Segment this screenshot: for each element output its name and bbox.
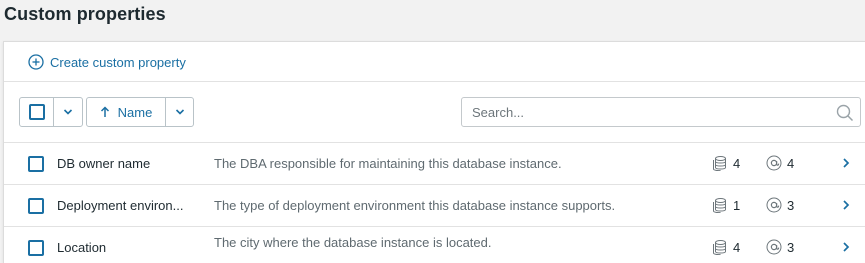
search-icon[interactable] bbox=[836, 104, 854, 122]
property-name[interactable]: Location bbox=[57, 240, 197, 255]
property-description: The DBA responsible for maintaining this… bbox=[214, 156, 562, 171]
database-count-value: 4 bbox=[733, 155, 741, 171]
property-description: The type of deployment environment this … bbox=[214, 198, 616, 213]
bulk-select-control bbox=[19, 97, 83, 127]
select-all-checkbox[interactable] bbox=[20, 98, 53, 126]
sort-by-name-button[interactable]: Name bbox=[87, 98, 165, 126]
list-toolbar: Name bbox=[4, 97, 865, 129]
select-all-checkbox-box bbox=[28, 104, 45, 120]
database-count: 4 bbox=[712, 155, 740, 171]
sort-options-dropdown[interactable] bbox=[165, 98, 193, 126]
property-description: The city where the database instance is … bbox=[214, 235, 492, 250]
chevron-right-icon[interactable] bbox=[840, 241, 852, 253]
sort-label: Name bbox=[117, 104, 153, 120]
list-item[interactable]: DB owner name The DBA responsible for ma… bbox=[4, 142, 865, 184]
property-name[interactable]: DB owner name bbox=[57, 156, 197, 171]
create-bar: Create custom property bbox=[4, 42, 865, 82]
instance-count-value: 4 bbox=[787, 155, 795, 171]
select-options-dropdown[interactable] bbox=[53, 98, 82, 126]
at-sign-icon bbox=[766, 239, 782, 255]
database-stack-icon bbox=[713, 156, 726, 171]
list-item[interactable]: Deployment environ... The type of deploy… bbox=[4, 184, 865, 226]
database-count: 1 bbox=[712, 197, 740, 213]
sort-control: Name bbox=[86, 97, 194, 127]
arrow-up-icon bbox=[100, 106, 109, 117]
custom-properties-panel: Create custom property Name Search... DB… bbox=[3, 41, 865, 263]
page-title: Custom properties bbox=[4, 4, 166, 24]
database-count-value: 1 bbox=[733, 197, 741, 213]
create-custom-property-label: Create custom property bbox=[50, 54, 186, 70]
chevron-down-icon bbox=[63, 109, 73, 115]
database-count-value: 4 bbox=[733, 239, 741, 255]
chevron-right-icon[interactable] bbox=[840, 199, 852, 211]
database-count: 4 bbox=[712, 239, 740, 255]
search-box bbox=[461, 97, 861, 127]
row-checkbox[interactable] bbox=[28, 156, 44, 172]
instance-count-value: 3 bbox=[787, 197, 795, 213]
chevron-down-icon bbox=[175, 109, 184, 115]
property-name[interactable]: Deployment environ... bbox=[57, 198, 197, 213]
row-checkbox[interactable] bbox=[28, 198, 44, 214]
create-custom-property-button[interactable]: Create custom property bbox=[28, 54, 186, 70]
list-item[interactable]: Location The city where the database ins… bbox=[4, 226, 865, 263]
row-checkbox[interactable] bbox=[28, 240, 44, 256]
database-stack-icon bbox=[713, 198, 726, 213]
plus-circle-icon bbox=[28, 54, 44, 70]
instance-count: 3 bbox=[766, 197, 794, 213]
search-input[interactable] bbox=[472, 103, 822, 121]
instance-count-value: 3 bbox=[787, 239, 795, 255]
at-sign-icon bbox=[766, 197, 782, 213]
at-sign-icon bbox=[766, 155, 782, 171]
chevron-right-icon[interactable] bbox=[840, 157, 852, 169]
instance-count: 3 bbox=[766, 239, 794, 255]
instance-count: 4 bbox=[766, 155, 794, 171]
database-stack-icon bbox=[713, 240, 726, 255]
property-list: DB owner name The DBA responsible for ma… bbox=[4, 142, 865, 263]
